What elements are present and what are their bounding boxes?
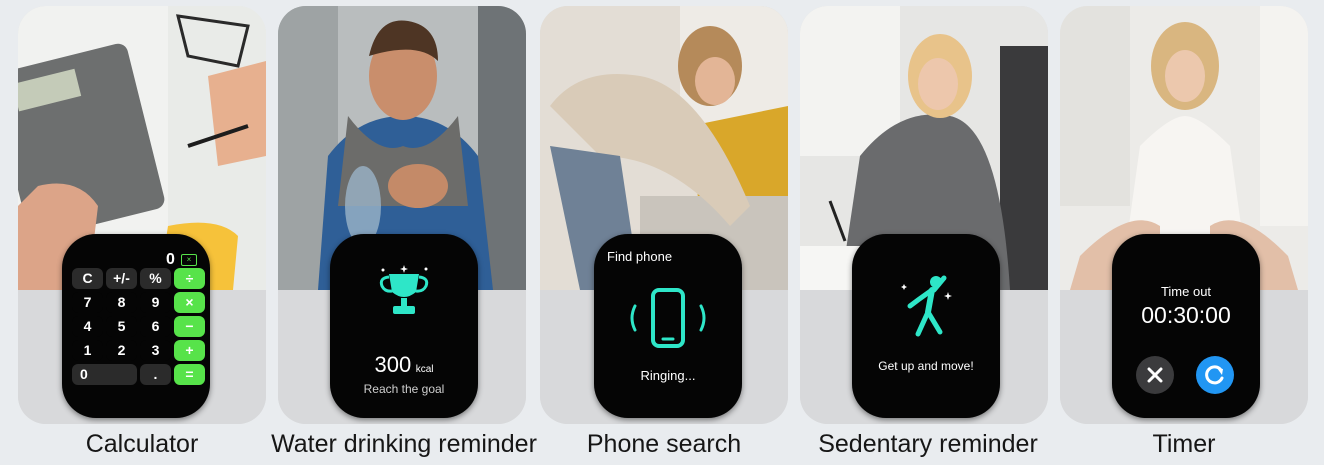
feature-card-phone-search: Find phone Ringing... (540, 6, 788, 424)
key-9[interactable]: 9 (140, 292, 171, 313)
move-message: Get up and move! (878, 359, 974, 373)
feature-card-water-reminder: 300 kcal Reach the goal (278, 6, 526, 424)
smartwatch-screen: Time out 00:30:00 (1112, 234, 1260, 418)
key-8[interactable]: 8 (106, 292, 137, 313)
key-1[interactable]: 1 (72, 340, 103, 361)
feature-card-timer: Time out 00:30:00 (1060, 6, 1308, 424)
key-divide[interactable]: ÷ (174, 268, 205, 289)
timer-countdown: 00:30:00 (1141, 302, 1231, 328)
find-phone-title: Find phone (607, 249, 673, 264)
key-sign[interactable]: +/- (106, 268, 137, 289)
key-3[interactable]: 3 (140, 340, 171, 361)
key-decimal[interactable]: . (140, 364, 171, 385)
trophy-icon (379, 265, 429, 314)
key-multiply[interactable]: × (174, 292, 205, 313)
close-icon (1147, 367, 1163, 383)
timer-label: Time out (1160, 284, 1212, 299)
calorie-readout: 300 kcal (330, 352, 478, 378)
smartwatch-screen: 300 kcal Reach the goal (330, 234, 478, 418)
caption-phone-search: Phone search (586, 430, 742, 458)
key-add[interactable]: + (174, 340, 205, 361)
key-7[interactable]: 7 (72, 292, 103, 313)
ringing-status: Ringing... (640, 368, 696, 383)
calorie-unit: kcal (415, 364, 434, 375)
feature-card-calculator: 0 × C +/- % ÷ 7 8 9 × 4 5 6 − 1 2 3 + 0 … (18, 6, 266, 424)
key-0[interactable]: 0 (72, 364, 137, 385)
key-2[interactable]: 2 (106, 340, 137, 361)
key-5[interactable]: 5 (106, 316, 137, 337)
key-6[interactable]: 6 (140, 316, 171, 337)
stretching-figure-icon (901, 275, 952, 337)
key-4[interactable]: 4 (72, 316, 103, 337)
refresh-icon (1205, 365, 1224, 385)
feature-card-sedentary-reminder: Get up and move! (800, 6, 1048, 424)
ringing-phone-icon (630, 288, 706, 348)
cancel-button[interactable] (1136, 356, 1174, 394)
caption-sedentary-reminder: Sedentary reminder (818, 430, 1038, 458)
calorie-value: 300 (374, 352, 412, 377)
caption-timer: Timer (1152, 430, 1216, 458)
key-subtract[interactable]: − (174, 316, 205, 337)
key-equals[interactable]: = (174, 364, 205, 385)
smartwatch-screen: 0 × C +/- % ÷ 7 8 9 × 4 5 6 − 1 2 3 + 0 … (62, 234, 210, 418)
key-percent[interactable]: % (140, 268, 171, 289)
smartwatch-screen: Find phone Ringing... (594, 234, 742, 418)
caption-calculator: Calculator (85, 430, 199, 458)
restart-button[interactable] (1196, 356, 1234, 394)
goal-subtitle: Reach the goal (363, 382, 445, 396)
backspace-icon[interactable]: × (181, 254, 197, 266)
calculator-display: 0 (166, 251, 175, 268)
key-clear[interactable]: C (72, 268, 103, 289)
caption-water-reminder: Water drinking reminder (271, 430, 537, 458)
smartwatch-screen: Get up and move! (852, 234, 1000, 418)
